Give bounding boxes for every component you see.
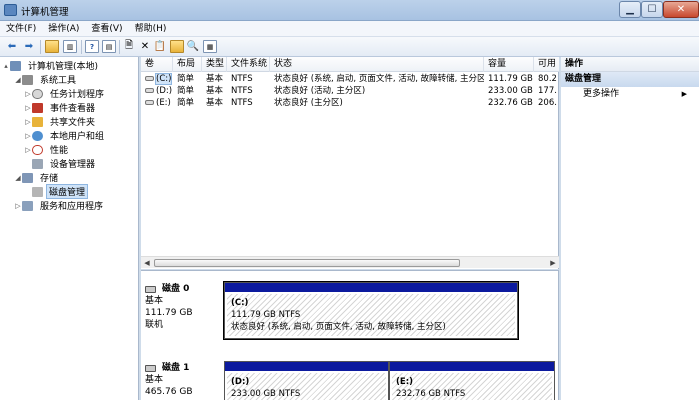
expander-icon: ◢ — [15, 75, 21, 84]
tree-item-device-manager[interactable]: 设备管理器 — [24, 157, 99, 170]
drive-icon — [145, 88, 154, 93]
minimize-button[interactable]: ▁ — [619, 1, 641, 18]
menu-help[interactable]: 帮助(H) — [129, 21, 173, 36]
maximize-button[interactable]: ☐ — [641, 1, 663, 18]
tree-item-performance[interactable]: ▷ 性能 — [24, 143, 72, 156]
tree-item-computer-management[interactable]: ▴ 计算机管理(本地) — [2, 59, 102, 72]
open-folder-icon[interactable] — [170, 40, 184, 53]
volume-row[interactable]: (C:) 简单 基本 NTFS 状态良好 (系统, 启动, 页面文件, 活动, … — [141, 73, 559, 85]
disk-icon — [145, 285, 156, 293]
volume-row[interactable]: (E:) 简单 基本 NTFS 状态良好 (主分区) 232.76 GB 206… — [141, 97, 559, 109]
scroll-thumb[interactable] — [154, 259, 460, 267]
menu-view[interactable]: 查看(V) — [85, 21, 128, 36]
expander-icon: ◢ — [15, 173, 21, 182]
properties-icon[interactable]: ▤ — [102, 40, 116, 53]
disk-icon — [145, 364, 156, 372]
partition-e[interactable]: (E:) 232.76 GB NTFS — [389, 361, 555, 400]
expander-icon: ▷ — [25, 103, 31, 112]
navigation-tree: ▴ 计算机管理(本地) ◢ 系统工具 ▷ 任务计划程序 ▷ 事件查看器 ▷ 共享… — [0, 57, 139, 400]
window-title: 计算机管理 — [21, 7, 69, 18]
tree-item-storage[interactable]: ◢ 存储 — [14, 171, 62, 184]
search-disk-icon[interactable]: 🔍 — [186, 40, 200, 53]
forward-arrow-icon[interactable]: ➡ — [22, 40, 36, 53]
column-capacity[interactable]: 容量 — [484, 57, 534, 72]
menu-action[interactable]: 操作(A) — [42, 21, 85, 36]
view-icon[interactable]: ▦ — [203, 40, 217, 53]
back-arrow-icon[interactable]: ⬅ — [5, 40, 19, 53]
delete-icon[interactable]: ✕ — [138, 40, 152, 53]
users-icon — [32, 130, 43, 141]
column-status[interactable]: 状态 — [270, 57, 484, 72]
help-icon[interactable]: ? — [85, 40, 99, 53]
menu-bar: 文件(F) 操作(A) 查看(V) 帮助(H) — [0, 21, 699, 37]
column-volume[interactable]: 卷 — [141, 57, 173, 72]
tree-item-system-tools[interactable]: ◢ 系统工具 — [14, 73, 80, 86]
close-button[interactable]: ✕ — [663, 1, 699, 18]
scroll-left-icon[interactable]: ◀ — [141, 257, 153, 269]
performance-icon — [32, 144, 43, 155]
drive-icon — [145, 100, 154, 105]
drive-icon — [145, 76, 154, 81]
column-type[interactable]: 类型 — [202, 57, 227, 72]
expander-icon: ▷ — [25, 89, 31, 98]
computer-icon — [10, 60, 21, 71]
tree-item-shared-folders[interactable]: ▷ 共享文件夹 — [24, 115, 99, 128]
new-document-icon[interactable]: 🗎 — [122, 40, 136, 53]
tree-item-disk-management[interactable]: 磁盘管理 — [24, 184, 89, 199]
tools-icon — [22, 74, 33, 85]
disk-1-info[interactable]: 磁盘 1 基本 465.76 GB — [145, 362, 225, 398]
expander-icon: ▷ — [25, 131, 31, 140]
actions-pane: 操作 磁盘管理 更多操作 ▶ — [561, 57, 699, 400]
computer-management-icon — [4, 4, 17, 16]
partition-c[interactable]: (C:) 111.79 GB NTFS 状态良好 (系统, 启动, 页面文件, … — [223, 281, 519, 340]
tree-item-local-users-groups[interactable]: ▷ 本地用户和组 — [24, 129, 108, 142]
expander-icon: ▴ — [4, 61, 8, 70]
column-free[interactable]: 可用 — [534, 57, 559, 72]
more-actions-item[interactable]: 更多操作 ▶ — [561, 87, 699, 102]
scroll-right-icon[interactable]: ▶ — [547, 257, 559, 269]
storage-icon — [22, 172, 33, 183]
tree-item-event-viewer[interactable]: ▷ 事件查看器 — [24, 101, 99, 114]
expander-icon: ▷ — [25, 145, 31, 154]
actions-header: 操作 — [561, 57, 699, 72]
partition-d[interactable]: (D:) 233.00 GB NTFS — [224, 361, 389, 400]
toolbar: ⬅ ➡ ▥ ? ▤ 🗎 ✕ 📋 🔍 ▦ — [0, 37, 699, 57]
column-layout[interactable]: 布局 — [173, 57, 202, 72]
title-bar: 计算机管理 ▁ ☐ ✕ — [0, 0, 699, 21]
device-manager-icon — [32, 158, 43, 169]
tree-item-task-scheduler[interactable]: ▷ 任务计划程序 — [24, 87, 108, 100]
disk-0-info[interactable]: 磁盘 0 基本 111.79 GB 联机 — [145, 283, 225, 331]
paste-icon[interactable]: 📋 — [153, 40, 167, 53]
submenu-arrow-icon: ▶ — [681, 90, 687, 98]
tree-item-services-applications[interactable]: ▷ 服务和应用程序 — [14, 199, 107, 212]
expander-icon: ▷ — [25, 117, 31, 126]
disk-graphical-view: 磁盘 0 基本 111.79 GB 联机 (C:) 111.79 GB NTFS… — [141, 270, 559, 400]
menu-file[interactable]: 文件(F) — [0, 21, 42, 36]
volume-row[interactable]: (D:) 简单 基本 NTFS 状态良好 (活动, 主分区) 233.00 GB… — [141, 85, 559, 97]
horizontal-scrollbar[interactable]: ◀ ▶ — [141, 256, 559, 268]
clock-icon — [32, 88, 43, 99]
column-filesystem[interactable]: 文件系统 — [227, 57, 270, 72]
event-viewer-icon — [32, 102, 43, 113]
disk-management-icon — [32, 186, 43, 197]
up-folder-icon[interactable] — [45, 40, 59, 53]
show-hide-tree-icon[interactable]: ▥ — [63, 40, 77, 53]
actions-section-disk-management[interactable]: 磁盘管理 — [561, 72, 699, 87]
services-icon — [22, 200, 33, 211]
shared-folder-icon — [32, 116, 43, 127]
expander-icon: ▷ — [15, 201, 21, 210]
volume-list-header: 卷 布局 类型 文件系统 状态 容量 可用 — [141, 57, 559, 72]
volume-list: 卷 布局 类型 文件系统 状态 容量 可用 (C:) 简单 基本 NTFS 状态… — [141, 57, 559, 269]
